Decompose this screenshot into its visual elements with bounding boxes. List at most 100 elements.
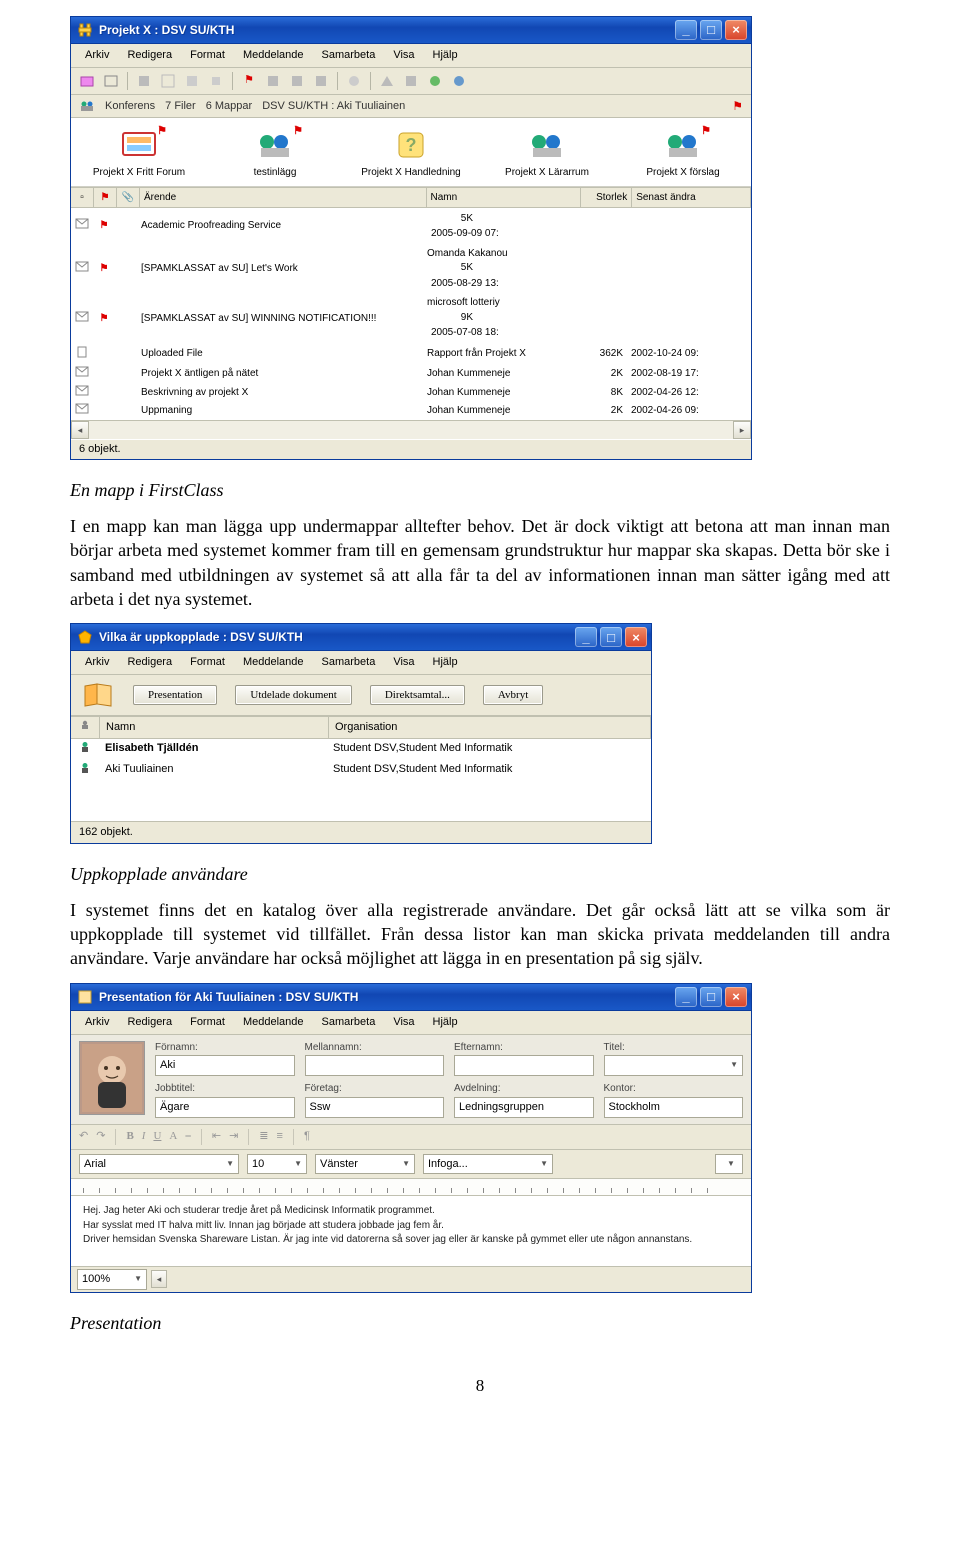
menu-format[interactable]: Format: [182, 653, 233, 672]
maximize-button[interactable]: □: [700, 20, 722, 40]
user-row[interactable]: Aki TuuliainenStudent DSV,Student Med In…: [71, 760, 651, 781]
toolbar-icon[interactable]: [184, 73, 200, 89]
col-subject[interactable]: Ärende: [140, 188, 427, 208]
minimize-button[interactable]: _: [675, 20, 697, 40]
conference-item[interactable]: ? Projekt X Handledning: [361, 128, 461, 180]
toolbar-icon[interactable]: [136, 73, 152, 89]
menu-visa[interactable]: Visa: [385, 653, 422, 672]
col-attach[interactable]: 📎: [117, 188, 140, 208]
field-input[interactable]: [305, 1055, 445, 1076]
col-flag[interactable]: ⚑: [94, 188, 117, 208]
menu-format[interactable]: Format: [182, 46, 233, 65]
toolbar-icon[interactable]: [265, 73, 281, 89]
minimize-button[interactable]: _: [575, 627, 597, 647]
menu-meddelande[interactable]: Meddelande: [235, 46, 312, 65]
list-row[interactable]: Uploaded FileRapport från Projekt X362K2…: [71, 343, 751, 365]
flag-icon[interactable]: ⚑: [241, 73, 257, 89]
toolbar-icon[interactable]: [103, 73, 119, 89]
field-input[interactable]: Ledningsgruppen: [454, 1097, 594, 1118]
toolbar-icon[interactable]: [403, 73, 419, 89]
ruler[interactable]: [71, 1179, 751, 1196]
list-row[interactable]: ⚑Academic Proofreading Service5K2005-09-…: [71, 208, 751, 244]
conference-item[interactable]: ⚑ testinlägg: [225, 128, 325, 180]
zoom-select[interactable]: 100%▼: [77, 1269, 147, 1290]
menu-format[interactable]: Format: [182, 1013, 233, 1032]
toolbar-icon[interactable]: [289, 73, 305, 89]
conference-item[interactable]: ⚑ Projekt X förslag: [633, 128, 733, 180]
shared-documents-button[interactable]: Utdelade dokument: [235, 685, 351, 705]
menu-redigera[interactable]: Redigera: [119, 46, 180, 65]
col-icon[interactable]: [71, 717, 100, 738]
close-button[interactable]: ×: [725, 987, 747, 1007]
avatar[interactable]: [79, 1041, 145, 1115]
menu-arkiv[interactable]: Arkiv: [77, 46, 117, 65]
titlebar[interactable]: Vilka är uppkopplade : DSV SU/KTH _ □ ×: [71, 624, 651, 651]
scroll-left-icon[interactable]: ◂: [71, 421, 89, 439]
bullet-list-icon[interactable]: ≣: [259, 1129, 268, 1144]
text-color-icon[interactable]: A: [169, 1129, 177, 1144]
col-date[interactable]: Senast ändra: [632, 188, 751, 208]
indent-icon[interactable]: ⇥: [229, 1129, 238, 1144]
maximize-button[interactable]: □: [700, 987, 722, 1007]
direct-chat-button[interactable]: Direktsamtal...: [370, 685, 465, 705]
menu-visa[interactable]: Visa: [385, 46, 422, 65]
col-name[interactable]: Namn: [427, 188, 582, 208]
cancel-button[interactable]: Avbryt: [483, 685, 543, 705]
outdent-icon[interactable]: ⇤: [212, 1129, 221, 1144]
document-body[interactable]: Hej. Jag heter Aki och studerar tredje å…: [71, 1196, 751, 1266]
field-input[interactable]: [454, 1055, 594, 1076]
menu-arkiv[interactable]: Arkiv: [77, 1013, 117, 1032]
toolbar-icon[interactable]: [208, 73, 224, 89]
menu-arkiv[interactable]: Arkiv: [77, 653, 117, 672]
menu-visa[interactable]: Visa: [385, 1013, 422, 1032]
list-row[interactable]: ⚑[SPAMKLASSAT av SU] Let's WorkOmanda Ka…: [71, 244, 751, 294]
col-icon[interactable]: ▫: [71, 188, 94, 208]
undo-icon[interactable]: ↶: [79, 1129, 88, 1144]
col-org[interactable]: Organisation: [329, 717, 651, 738]
menu-samarbeta[interactable]: Samarbeta: [314, 46, 384, 65]
field-input[interactable]: Stockholm: [604, 1097, 744, 1118]
user-row[interactable]: Elisabeth TjälldénStudent DSV,Student Me…: [71, 739, 651, 760]
underline-icon[interactable]: U: [153, 1129, 161, 1144]
scroll-right-icon[interactable]: ▸: [733, 421, 751, 439]
minimize-button[interactable]: _: [675, 987, 697, 1007]
toolbar-icon[interactable]: [379, 73, 395, 89]
toolbar-icon[interactable]: [427, 73, 443, 89]
toolbar-icon[interactable]: [451, 73, 467, 89]
menu-hjalp[interactable]: Hjälp: [425, 46, 466, 65]
field-input[interactable]: Ägare: [155, 1097, 295, 1118]
font-family-select[interactable]: Arial▼: [79, 1154, 239, 1175]
menu-meddelande[interactable]: Meddelande: [235, 1013, 312, 1032]
highlight-icon[interactable]: ⎯: [185, 1129, 191, 1144]
maximize-button[interactable]: □: [600, 627, 622, 647]
toolbar-icon[interactable]: [160, 73, 176, 89]
menu-redigera[interactable]: Redigera: [119, 653, 180, 672]
close-button[interactable]: ×: [625, 627, 647, 647]
col-name[interactable]: Namn: [100, 717, 329, 738]
col-size[interactable]: Storlek: [581, 188, 632, 208]
paragraph-icon[interactable]: ¶: [304, 1129, 310, 1144]
list-row[interactable]: ⚑[SPAMKLASSAT av SU] WINNING NOTIFICATIO…: [71, 294, 751, 344]
list-row[interactable]: UppmaningJohan Kummeneje2K2002-04-26 09:: [71, 402, 751, 421]
menu-samarbeta[interactable]: Samarbeta: [314, 1013, 384, 1032]
menu-hjalp[interactable]: Hjälp: [425, 653, 466, 672]
toolbar-icon[interactable]: [346, 73, 362, 89]
bold-icon[interactable]: B: [126, 1129, 133, 1144]
presentation-button[interactable]: Presentation: [133, 685, 217, 705]
field-input[interactable]: Aki: [155, 1055, 295, 1076]
field-input[interactable]: ▼: [604, 1055, 744, 1076]
more-icon[interactable]: ▼: [715, 1154, 743, 1175]
scroll-left-icon[interactable]: ◂: [151, 1270, 167, 1288]
field-input[interactable]: Ssw: [305, 1097, 445, 1118]
number-list-icon[interactable]: ≡: [277, 1129, 283, 1144]
align-select[interactable]: Vänster▼: [315, 1154, 415, 1175]
italic-icon[interactable]: I: [142, 1129, 146, 1144]
font-size-select[interactable]: 10▼: [247, 1154, 307, 1175]
titlebar[interactable]: Presentation för Aki Tuuliainen : DSV SU…: [71, 984, 751, 1011]
close-button[interactable]: ×: [725, 20, 747, 40]
insert-select[interactable]: Infoga...▼: [423, 1154, 553, 1175]
menu-hjalp[interactable]: Hjälp: [425, 1013, 466, 1032]
list-row[interactable]: Beskrivning av projekt XJohan Kummeneje8…: [71, 383, 751, 402]
titlebar[interactable]: Projekt X : DSV SU/KTH _ □ ×: [71, 17, 751, 44]
menu-meddelande[interactable]: Meddelande: [235, 653, 312, 672]
